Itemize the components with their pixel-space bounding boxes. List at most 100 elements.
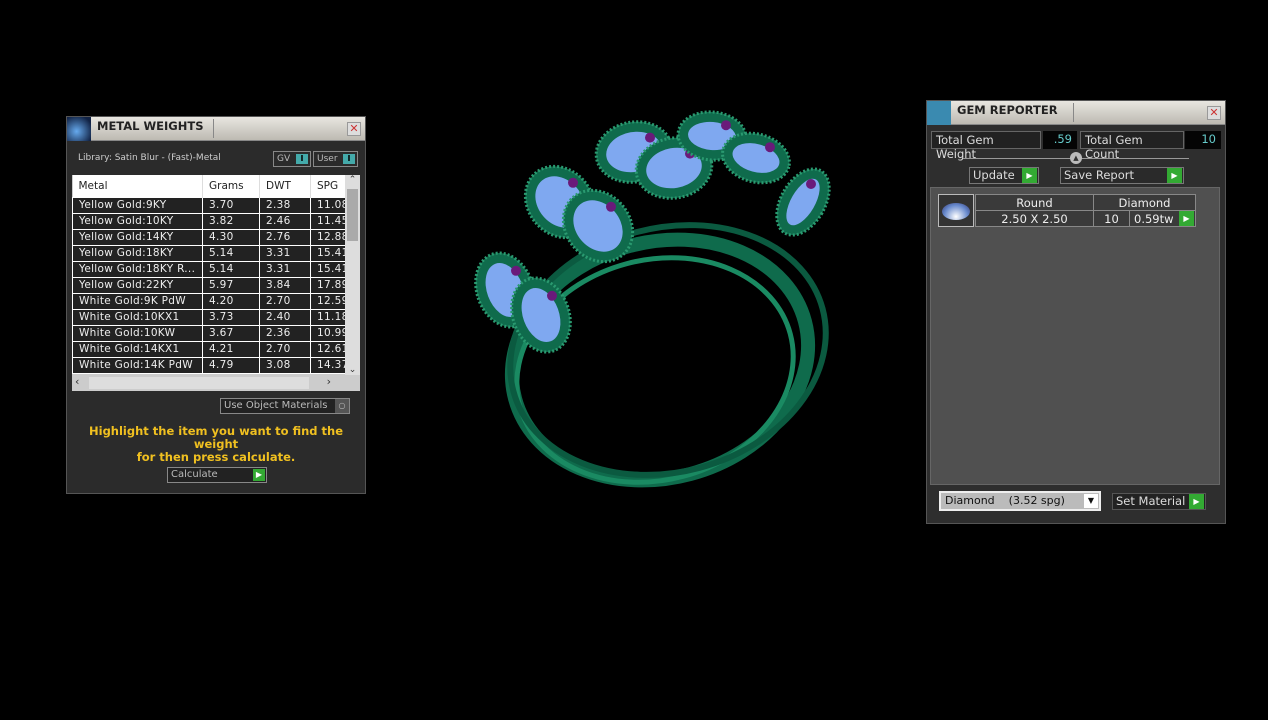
play-icon: ▶ [1189,494,1204,509]
total-gem-weight-label: Total Gem Weight [931,131,1041,161]
cell-spg: 12.61 [310,340,346,358]
chevron-down-icon[interactable]: ▼ [1084,494,1098,508]
gem-row[interactable]: Round Diamond 2.50 X 2.50 10 0.59tw [975,194,1196,227]
cell-dwt: 2.70 [259,292,311,310]
title-bar[interactable]: GEM REPORTER ✕ [927,101,1225,125]
user-label: User [317,154,338,164]
close-button[interactable]: ✕ [1207,106,1221,120]
cell-grams: 3.70 [202,196,260,214]
update-label: Update [973,168,1015,182]
message-line-1: Highlight the item you want to find the … [89,424,343,451]
accent-stone [568,177,578,188]
cell-grams: 3.82 [202,212,260,230]
library-label: Library: Satin Blur - (Fast)-Metal [78,153,221,163]
cell-spg: 11.45 [310,212,346,230]
material-select-value: Diamond (3.52 spg) [945,494,1065,507]
table-row[interactable]: Yellow Gold:14KY 4.30 2.76 12.88 [72,228,346,246]
table-row[interactable]: Yellow Gold:9KY 3.70 2.38 11.08 [72,196,346,214]
cell-dwt: 3.31 [259,244,311,262]
scroll-thumb[interactable] [347,189,358,241]
cell-metal: White Gold:14K PdW [72,356,203,374]
calculate-button[interactable]: Calculate ▶ [167,467,267,483]
report-icon [927,101,951,125]
metal-weights-panel: METAL WEIGHTS ✕ Library: Satin Blur - (F… [66,116,366,494]
cell-metal: Yellow Gold:10KY [72,212,203,230]
scroll-right-icon[interactable]: › [327,375,331,388]
gv-toggle[interactable]: GV I [273,151,311,167]
cell-dwt: 2.70 [259,340,311,358]
title-bar[interactable]: METAL WEIGHTS ✕ [67,117,365,141]
table-row[interactable]: White Gold:10KW 3.67 2.36 10.99 [72,324,346,342]
cell-dwt: 2.76 [259,228,311,246]
cell-metal: Yellow Gold:18KY R... [72,260,203,278]
gem-material: Diamond [1093,194,1196,211]
collapse-icon[interactable]: ▲ [1070,152,1082,164]
horizontal-scrollbar[interactable]: ‹ › [72,375,345,391]
cell-spg: 15.41 [310,244,346,262]
use-object-materials-toggle[interactable]: Use Object Materials ○ [220,398,350,414]
column-header-metal[interactable]: Metal [72,175,203,197]
column-header-dwt[interactable]: DWT [259,175,311,197]
total-gem-count-value: 10 [1185,131,1221,149]
gem-thumbnail[interactable] [938,194,974,227]
table-row[interactable]: Yellow Gold:18KY 5.14 3.31 15.41 [72,244,346,262]
instruction-message: Highlight the item you want to find the … [67,425,365,464]
cell-dwt: 3.08 [259,356,311,374]
table-row[interactable]: White Gold:14K PdW 4.79 3.08 14.37 [72,356,346,374]
cell-grams: 4.20 [202,292,260,310]
scroll-thumb[interactable] [89,377,309,389]
accent-stone [547,290,557,301]
accent-stone [606,201,616,212]
use-object-materials-label: Use Object Materials [224,400,328,411]
cell-grams: 3.73 [202,308,260,326]
close-button[interactable]: ✕ [347,122,361,136]
column-header-grams[interactable]: Grams [202,175,260,197]
scroll-left-icon[interactable]: ‹ [75,375,79,388]
user-toggle[interactable]: User I [313,151,358,167]
cell-dwt: 3.84 [259,276,311,294]
cell-metal: White Gold:14KX1 [72,340,203,358]
cell-spg: 17.89 [310,276,346,294]
table-row[interactable]: White Gold:9K PdW 4.20 2.70 12.59 [72,292,346,310]
play-icon: ▶ [253,469,265,481]
table-row[interactable]: Yellow Gold:22KY 5.97 3.84 17.89 [72,276,346,294]
round-gem-icon [942,203,970,220]
table-row[interactable]: Yellow Gold:10KY 3.82 2.46 11.45 [72,212,346,230]
accent-stone [806,179,816,189]
cell-grams: 3.67 [202,324,260,342]
accent-stone [511,265,521,276]
vertical-scrollbar[interactable]: ⌃ ⌄ [345,175,360,375]
cell-metal: Yellow Gold:22KY [72,276,203,294]
gem-detail-button[interactable]: ▶ [1179,211,1194,226]
cell-spg: 11.18 [310,308,346,326]
set-material-button[interactable]: Set Material ▶ [1112,493,1206,510]
cell-dwt: 2.38 [259,196,311,214]
gem-shape: Round [975,194,1094,211]
metal-table: Metal Grams DWT SPG Yellow Gold:9KY 3.70 2… [72,175,360,391]
cell-metal: Yellow Gold:18KY [72,244,203,262]
play-icon: ▶ [1022,168,1037,183]
scroll-up-icon[interactable]: ⌃ [345,175,360,185]
total-gem-count-label: Total Gem Count [1080,131,1184,161]
play-icon: ▶ [1167,168,1182,183]
table-row[interactable]: White Gold:10KX1 3.73 2.40 11.18 [72,308,346,326]
cell-grams: 5.97 [202,276,260,294]
gem-size: 2.50 X 2.50 [975,210,1094,227]
cell-grams: 4.21 [202,340,260,358]
accent-stone [645,132,655,143]
save-report-button[interactable]: Save Report ▶ [1060,167,1184,184]
column-header-spg[interactable]: SPG [310,175,346,197]
update-button[interactable]: Update ▶ [969,167,1039,184]
toggle-indicator: I [343,154,355,164]
cell-spg: 12.88 [310,228,346,246]
cell-metal: Yellow Gold:14KY [72,228,203,246]
radio-icon: ○ [335,399,349,413]
scroll-down-icon[interactable]: ⌄ [345,365,360,375]
cell-spg: 14.37 [310,356,346,374]
ring-3d-model[interactable] [440,100,860,500]
material-select[interactable]: Diamond (3.52 spg) ▼ [939,491,1101,511]
scale-icon [67,117,91,141]
table-row[interactable]: White Gold:14KX1 4.21 2.70 12.61 [72,340,346,358]
calculate-label: Calculate [171,469,218,480]
table-row[interactable]: Yellow Gold:18KY R... 5.14 3.31 15.41 [72,260,346,278]
